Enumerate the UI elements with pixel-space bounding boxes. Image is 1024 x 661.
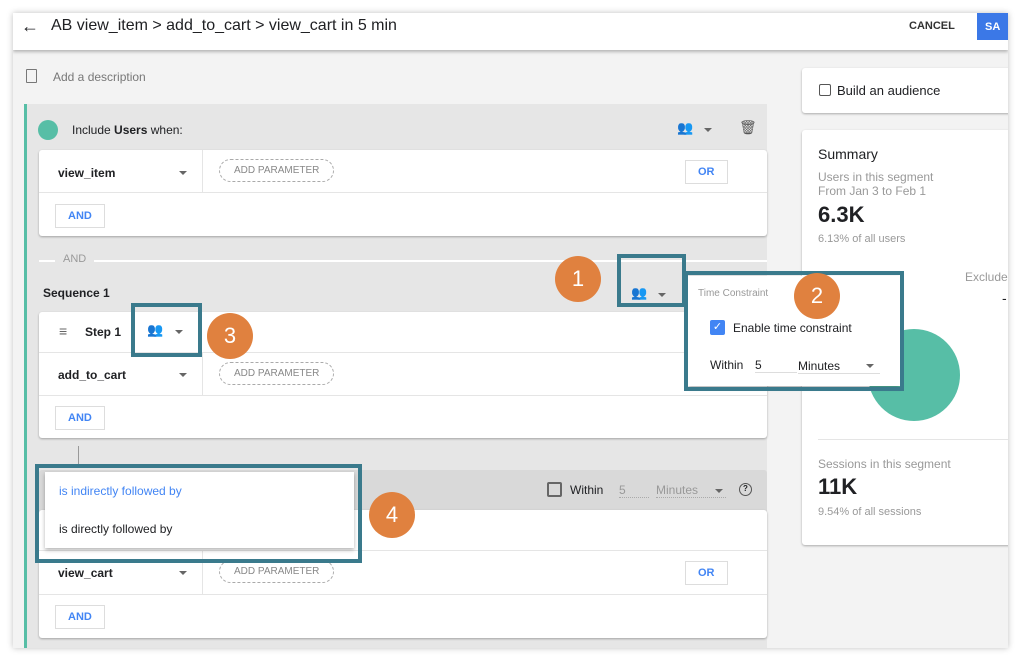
callout-2: 2 bbox=[794, 273, 840, 319]
callout-4: 4 bbox=[369, 492, 415, 538]
help-icon[interactable]: ? bbox=[739, 483, 752, 496]
and-button[interactable]: AND bbox=[55, 204, 105, 228]
users-scope-icon[interactable]: 👥 bbox=[631, 285, 647, 301]
sessions-value: 11K bbox=[818, 474, 858, 499]
users-scope-icon[interactable]: 👥 bbox=[677, 120, 693, 136]
chevron-down-icon[interactable] bbox=[179, 373, 187, 377]
highlight-box-1 bbox=[617, 254, 686, 307]
event-select[interactable]: view_item bbox=[58, 166, 115, 180]
within-value-input[interactable]: 5 bbox=[619, 483, 649, 498]
top-bar: ← AB view_item > add_to_cart > view_cart… bbox=[13, 13, 1008, 50]
build-audience-card: Build an audience bbox=[802, 68, 1008, 113]
callout-1: 1 bbox=[555, 256, 601, 302]
or-button[interactable]: OR bbox=[685, 160, 728, 184]
highlight-box-4 bbox=[35, 464, 362, 563]
description-input[interactable]: Add a description bbox=[53, 70, 146, 84]
callout-3: 3 bbox=[207, 313, 253, 359]
build-audience-checkbox[interactable] bbox=[819, 84, 831, 96]
build-audience-label: Build an audience bbox=[837, 83, 941, 98]
chevron-down-icon[interactable] bbox=[715, 489, 723, 493]
chevron-down-icon[interactable] bbox=[704, 128, 712, 132]
include-label: Include Users when: bbox=[72, 123, 183, 137]
users-percent: 6.13% of all users bbox=[818, 233, 906, 245]
sequence-title: Sequence 1 bbox=[43, 286, 110, 300]
cancel-button[interactable]: CANCEL bbox=[909, 20, 955, 32]
add-parameter-button[interactable]: ADD PARAMETER bbox=[219, 560, 335, 583]
save-button[interactable]: SA bbox=[977, 13, 1008, 40]
within-label: Within bbox=[570, 483, 604, 497]
condition-card: view_item ADD PARAMETER OR AND bbox=[39, 150, 767, 236]
sort-icon: ≡ bbox=[59, 323, 68, 339]
chevron-down-icon[interactable] bbox=[179, 571, 187, 575]
document-icon bbox=[26, 69, 37, 83]
sessions-percent: 9.54% of all sessions bbox=[818, 506, 922, 518]
excluded-value: - bbox=[1002, 290, 1007, 306]
users-value: 6.3K bbox=[818, 202, 865, 227]
step-connector bbox=[78, 446, 79, 466]
date-range: From Jan 3 to Feb 1 bbox=[818, 184, 927, 198]
segment-editor: ← AB view_item > add_to_cart > view_cart… bbox=[13, 13, 1008, 648]
step-label: Step 1 bbox=[85, 325, 122, 339]
segment-title[interactable]: AB view_item > add_to_cart > view_cart i… bbox=[51, 17, 397, 35]
event-select[interactable]: view_cart bbox=[58, 566, 113, 580]
and-divider: AND bbox=[55, 253, 95, 265]
within-checkbox[interactable] bbox=[547, 482, 562, 497]
or-button[interactable]: OR bbox=[685, 561, 728, 585]
summary-title: Summary bbox=[818, 146, 878, 162]
back-arrow-icon[interactable]: ← bbox=[21, 16, 39, 37]
and-button[interactable]: AND bbox=[55, 406, 105, 430]
highlight-box-3 bbox=[131, 303, 202, 357]
add-parameter-button[interactable]: ADD PARAMETER bbox=[219, 362, 335, 385]
sessions-label: Sessions in this segment bbox=[818, 457, 951, 471]
add-parameter-button[interactable]: ADD PARAMETER bbox=[219, 159, 335, 182]
excluded-label: Exclude bbox=[965, 270, 1008, 284]
users-label: Users in this segment bbox=[818, 170, 934, 184]
conditions-panel: Include Users when: 👥 🗑 view_item ADD PA… bbox=[24, 104, 767, 648]
event-select[interactable]: add_to_cart bbox=[58, 368, 126, 382]
chevron-down-icon[interactable] bbox=[658, 293, 666, 297]
chevron-down-icon[interactable] bbox=[179, 171, 187, 175]
delete-icon[interactable]: 🗑 bbox=[739, 119, 757, 136]
segment-color-dot bbox=[38, 120, 58, 140]
and-button[interactable]: AND bbox=[55, 605, 105, 629]
